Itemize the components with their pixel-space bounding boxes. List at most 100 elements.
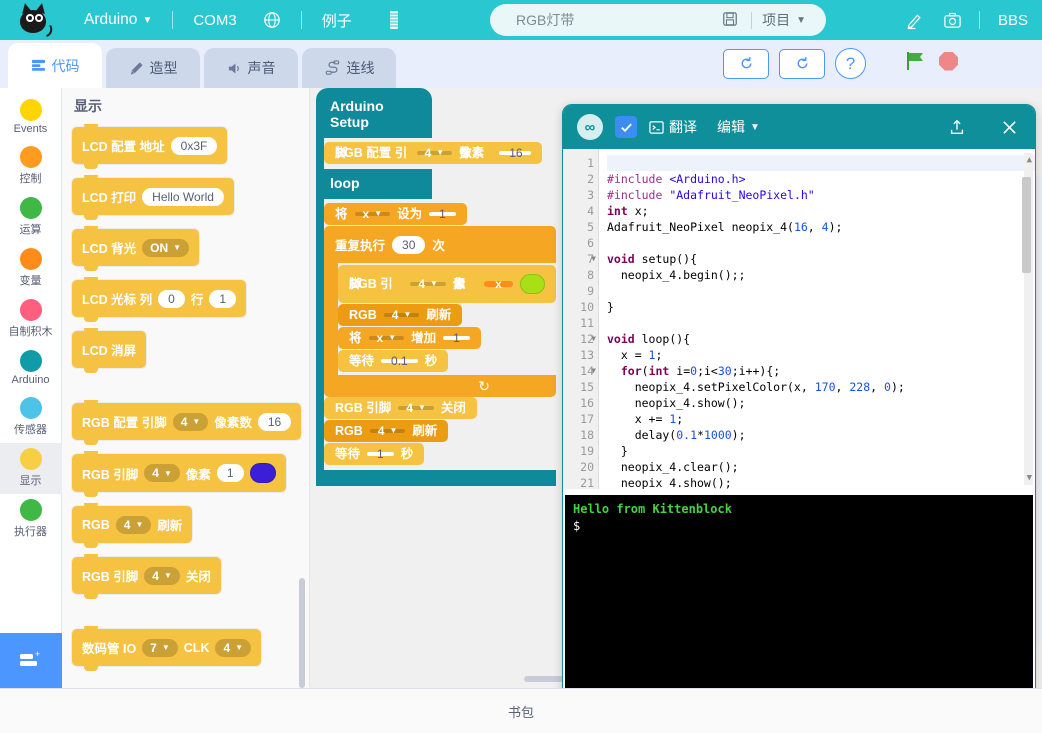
fold-toggle-icon[interactable]: ▼ [591,331,596,347]
board-menu[interactable]: Arduino ▼ [80,11,156,29]
block-input[interactable]: 16 [258,413,291,431]
scroll-down-icon[interactable]: ▼ [1027,473,1032,483]
block-input[interactable]: 1 [429,212,456,216]
download-button[interactable] [945,115,969,139]
palette-block-rgb-off[interactable]: RGB 引脚 4 ▼ 关闭 [72,557,221,594]
sidebar-item-sensors[interactable]: 传感器 [0,392,62,443]
green-flag-icon[interactable] [905,50,927,72]
sidebar-item-display[interactable]: 显示 [0,443,62,494]
palette-block-rgb-refresh[interactable]: RGB 4 ▼ 刷新 [72,506,192,543]
loop-hat-block[interactable]: loop [316,169,432,199]
translate-button[interactable]: 翻译 [649,117,697,137]
help-button[interactable]: ? [835,48,866,79]
block-input[interactable]: 1 [443,336,470,340]
project-name-input[interactable] [490,12,719,28]
sidebar-item-control[interactable]: 控制 [0,141,62,192]
block-dropdown[interactable]: 4 ▼ [215,639,251,657]
port-label[interactable]: COM3 [189,12,240,29]
camera-button[interactable] [941,8,965,32]
variable-dropdown[interactable]: x ▼ [355,212,391,216]
palette-block-lcd-clear[interactable]: LCD 消屏 [72,331,146,368]
block-wait-2[interactable]: 等待 1 秒 [324,443,424,465]
close-panel-button[interactable] [997,115,1021,139]
block-repeat[interactable]: 重复执行 30 次 RGB 引脚 4 ▼ [324,226,556,397]
block-dropdown[interactable]: 4 ▼ [173,413,209,431]
palette-block-lcd-config[interactable]: LCD 配置 地址 0x3F [72,127,227,164]
palette-block-lcd-print[interactable]: LCD 打印 Hello World [72,178,234,215]
pencil-button[interactable] [903,8,927,32]
block-dropdown[interactable]: 4 ▼ [398,406,434,410]
code-text-area[interactable]: #include <Arduino.h>#include "Adafruit_N… [599,149,1035,489]
refresh-button[interactable] [779,49,825,79]
block-input[interactable]: 0.1 [381,359,418,363]
block-change-variable[interactable]: 将 x ▼ 增加 1 [338,327,481,349]
tab-connect[interactable]: 连线 [302,48,396,88]
edit-menu[interactable]: 编辑 ▼ [717,117,760,137]
block-palette[interactable]: 显示 LCD 配置 地址 0x3F LCD 打印 Hello World LCD… [62,88,310,688]
bottom-bar[interactable]: 书包 [0,688,1042,733]
block-input[interactable]: 0 [158,290,185,308]
arduino-setup-hat-block[interactable]: Arduino Setup [316,88,432,138]
sidebar-item-variables[interactable]: 变量 [0,243,62,294]
block-dropdown[interactable]: 4 ▼ [370,429,406,433]
block-dropdown[interactable]: 4 ▼ [410,282,446,286]
palette-block-rgb-config[interactable]: RGB 配置 引脚 4 ▼ 像素数 16 [72,403,301,440]
block-dropdown[interactable]: 4 ▼ [384,313,420,317]
palette-block-lcd-cursor[interactable]: LCD 光标 列 0 行 1 [72,280,246,317]
bbs-link[interactable]: BBS [994,12,1032,29]
block-input[interactable]: Hello World [142,188,224,206]
editor-scroll-thumb[interactable] [1022,177,1031,273]
editor-scrollbar[interactable]: ▲ ▼ [1024,153,1033,485]
block-wait[interactable]: 等待 0.1 秒 [338,350,448,372]
sidebar-item-arduino[interactable]: Arduino [0,345,62,392]
fold-toggle-icon[interactable]: ▼ [591,363,596,379]
serial-terminal[interactable]: Hello from Kittenblock $ [565,495,1033,705]
block-dropdown[interactable]: 4 ▼ [116,516,152,534]
verify-button[interactable] [615,116,637,138]
tab-costume[interactable]: 造型 [106,48,200,88]
add-extension-button[interactable]: + [0,633,62,688]
palette-block-lcd-backlight[interactable]: LCD 背光 ON ▼ [72,229,199,266]
block-input[interactable]: 1 [209,290,236,308]
block-rgb-config[interactable]: RGB 配置 引脚 4 ▼ 像素数 16 [324,142,542,164]
variable-dropdown[interactable]: x ▼ [369,336,405,340]
sidebar-item-operators[interactable]: 运算 [0,192,62,243]
block-dropdown[interactable]: 4 ▼ [144,464,180,482]
block-input[interactable]: 16 [499,151,531,155]
palette-block-rgb-pixel[interactable]: RGB 引脚 4 ▼ 像素 1 [72,454,286,492]
block-input[interactable]: 0x3F [171,137,218,155]
block-rgb-refresh[interactable]: RGB 4 ▼ 刷新 [338,304,462,326]
palette-block-seven-segment[interactable]: 数码管 IO 7 ▼ CLK 4 ▼ [72,629,261,666]
tab-code[interactable]: 代码 [8,43,102,88]
block-rgb-refresh-2[interactable]: RGB 4 ▼ 刷新 [324,420,448,442]
sidebar-item-actuators[interactable]: 执行器 [0,494,62,545]
block-dropdown[interactable]: ON ▼ [142,239,189,257]
fold-toggle-icon[interactable]: ▼ [591,251,596,267]
language-button[interactable] [259,11,285,29]
block-dropdown[interactable]: 7 ▼ [142,639,178,657]
color-swatch[interactable] [520,274,545,294]
block-input[interactable]: 30 [392,236,425,254]
color-swatch[interactable] [250,463,276,483]
block-input[interactable]: 1 [367,452,394,456]
palette-scrollbar[interactable] [299,578,305,688]
tab-sound[interactable]: 声音 [204,48,298,88]
block-set-variable[interactable]: 将 x ▼ 设为 1 [324,203,467,225]
sidebar-item-events[interactable]: Events [0,94,62,141]
project-menu[interactable]: 项目 ▼ [762,10,826,30]
stop-button[interactable] [939,52,958,71]
upload-button[interactable] [723,49,769,79]
save-icon[interactable] [719,11,741,30]
sidebar-item-my-blocks[interactable]: 自制积木 [0,294,62,345]
block-input[interactable]: 1 [217,464,244,482]
chip-button[interactable] [382,9,406,31]
block-dropdown[interactable]: 4 ▼ [417,151,453,155]
code-editor[interactable]: 1234567▼89101112▼1314▼151617181920212223… [563,149,1035,489]
block-rgb-off[interactable]: RGB 引脚 4 ▼ 关闭 [324,397,477,419]
kitten-logo[interactable] [14,0,54,40]
scroll-up-icon[interactable]: ▲ [1027,155,1032,165]
block-dropdown[interactable]: 4 ▼ [144,567,180,585]
block-rgb-set-pixel[interactable]: RGB 引脚 4 ▼ 像素 x [338,265,556,303]
examples-menu[interactable]: 例子 [318,10,356,31]
variable-reporter[interactable]: x [484,281,513,287]
